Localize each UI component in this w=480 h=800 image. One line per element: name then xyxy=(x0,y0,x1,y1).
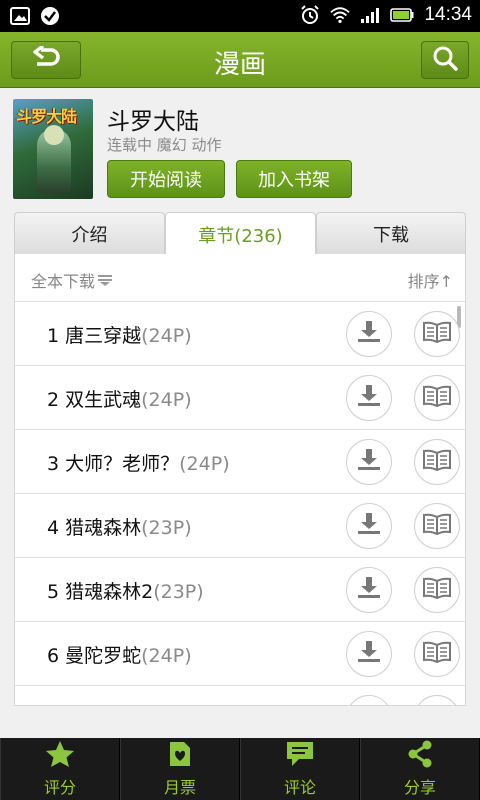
book-title: 斗罗大陆 xyxy=(107,109,199,135)
chapter-panel: 全本下载 排序↑ 1 唐三穿越(24P) 2 双生武魂(24P) 3 大师？老师… xyxy=(14,254,466,706)
download-chapter-button[interactable] xyxy=(346,439,392,485)
chapter-row[interactable]: 6 曼陀罗蛇(24P) xyxy=(15,622,465,686)
tab-bar: 介绍 章节(236) 下载 xyxy=(14,212,466,256)
cover-head xyxy=(44,125,64,145)
signal-icon xyxy=(360,5,380,25)
download-all-label: 全本下载 xyxy=(31,272,96,291)
cover-title: 斗罗大陆 xyxy=(16,107,77,126)
chapter-title: 2 双生武魂 xyxy=(47,389,142,411)
open-book-icon xyxy=(422,577,452,603)
battery-icon xyxy=(390,5,414,25)
read-chapter-button[interactable] xyxy=(414,439,460,485)
nav-comment[interactable]: 评论 xyxy=(240,738,360,800)
check-circle-icon xyxy=(40,6,60,26)
chapter-pages: (23P) xyxy=(153,581,204,603)
download-icon xyxy=(356,448,382,476)
book-cover[interactable]: 斗罗大陆 xyxy=(13,99,93,199)
bottom-nav: 评分 月票 评论 分享 xyxy=(0,738,480,800)
nav-rate-label: 评分 xyxy=(43,778,76,797)
menu-lines-icon xyxy=(97,271,113,290)
share-icon xyxy=(406,740,434,772)
chapter-pages: (24P) xyxy=(179,453,230,475)
chapter-row[interactable]: 2 双生武魂(24P) xyxy=(15,366,465,430)
read-chapter-button[interactable] xyxy=(414,631,460,677)
chapter-row[interactable]: 3 大师？老师？(24P) xyxy=(15,430,465,494)
nav-share[interactable]: 分享 xyxy=(360,738,480,800)
nav-monthly-ticket[interactable]: 月票 xyxy=(120,738,240,800)
read-chapter-button[interactable] xyxy=(414,503,460,549)
download-chapter-button[interactable] xyxy=(346,631,392,677)
search-icon xyxy=(432,45,458,75)
nav-comment-label: 评论 xyxy=(283,778,316,797)
chapter-toolbar: 全本下载 排序↑ xyxy=(15,254,465,302)
sort-button[interactable]: 排序↑ xyxy=(408,268,453,292)
chapter-title: 6 曼陀罗蛇 xyxy=(47,645,142,667)
open-book-icon xyxy=(422,513,452,539)
read-chapter-button[interactable] xyxy=(414,375,460,421)
app-header: 漫画 xyxy=(0,32,480,88)
nav-rate[interactable]: 评分 xyxy=(0,738,120,800)
chapter-list: 1 唐三穿越(24P) 2 双生武魂(24P) 3 大师？老师？(24P) 4 … xyxy=(15,302,465,705)
download-chapter-button[interactable] xyxy=(346,311,392,357)
download-icon xyxy=(356,320,382,348)
chapter-pages: (23P) xyxy=(141,517,192,539)
nav-share-label: 分享 xyxy=(403,778,436,797)
wifi-icon xyxy=(330,5,351,25)
chapter-title: 4 猎魂森林 xyxy=(47,517,142,539)
book-meta: 连载中 魔幻 动作 xyxy=(107,136,222,154)
chapter-pages: (24P) xyxy=(141,645,192,667)
open-book-icon xyxy=(422,385,452,411)
chapter-row[interactable]: 5 猎魂森林2(23P) xyxy=(15,558,465,622)
chapter-title: 5 猎魂森林2 xyxy=(47,581,154,603)
star-icon xyxy=(45,740,75,772)
download-all-button[interactable]: 全本下载 xyxy=(31,268,113,292)
download-chapter-button[interactable] xyxy=(346,695,392,705)
ticket-icon xyxy=(166,740,194,772)
download-icon xyxy=(356,640,382,668)
add-to-shelf-button[interactable]: 加入书架 xyxy=(236,160,352,198)
search-button[interactable] xyxy=(421,41,469,79)
download-icon xyxy=(356,576,382,604)
download-icon xyxy=(356,512,382,540)
chapter-row[interactable] xyxy=(15,686,465,705)
chapter-pages: (24P) xyxy=(141,389,192,411)
download-chapter-button[interactable] xyxy=(346,567,392,613)
chapter-row[interactable]: 4 猎魂森林(23P) xyxy=(15,494,465,558)
chapter-pages: (24P) xyxy=(141,325,192,347)
picture-icon xyxy=(10,6,30,26)
read-chapter-button[interactable] xyxy=(414,311,460,357)
read-chapter-button[interactable] xyxy=(414,567,460,613)
nav-monthly-ticket-label: 月票 xyxy=(163,778,196,797)
status-bar: 14:34 xyxy=(0,0,480,32)
tab-download[interactable]: 下载 xyxy=(316,212,466,254)
comment-icon xyxy=(285,740,315,772)
open-book-icon xyxy=(422,449,452,475)
chapter-row[interactable]: 1 唐三穿越(24P) xyxy=(15,302,465,366)
start-reading-button[interactable]: 开始阅读 xyxy=(107,160,225,198)
read-chapter-button[interactable] xyxy=(414,695,460,705)
tab-chapters[interactable]: 章节(236) xyxy=(165,212,316,256)
download-chapter-button[interactable] xyxy=(346,375,392,421)
download-chapter-button[interactable] xyxy=(346,503,392,549)
open-book-icon xyxy=(422,321,452,347)
page-title: 漫画 xyxy=(213,50,266,80)
alarm-icon xyxy=(300,5,320,25)
tab-intro[interactable]: 介绍 xyxy=(14,212,165,254)
open-book-icon xyxy=(422,641,452,667)
book-info: 斗罗大陆 斗罗大陆 连载中 魔幻 动作 开始阅读 加入书架 xyxy=(0,88,480,208)
chapter-title: 1 唐三穿越 xyxy=(47,325,142,347)
download-icon xyxy=(356,384,382,412)
chapter-title: 3 大师？老师？ xyxy=(47,453,180,475)
status-time: 14:34 xyxy=(424,4,472,25)
sort-label: 排序↑ xyxy=(407,272,453,291)
